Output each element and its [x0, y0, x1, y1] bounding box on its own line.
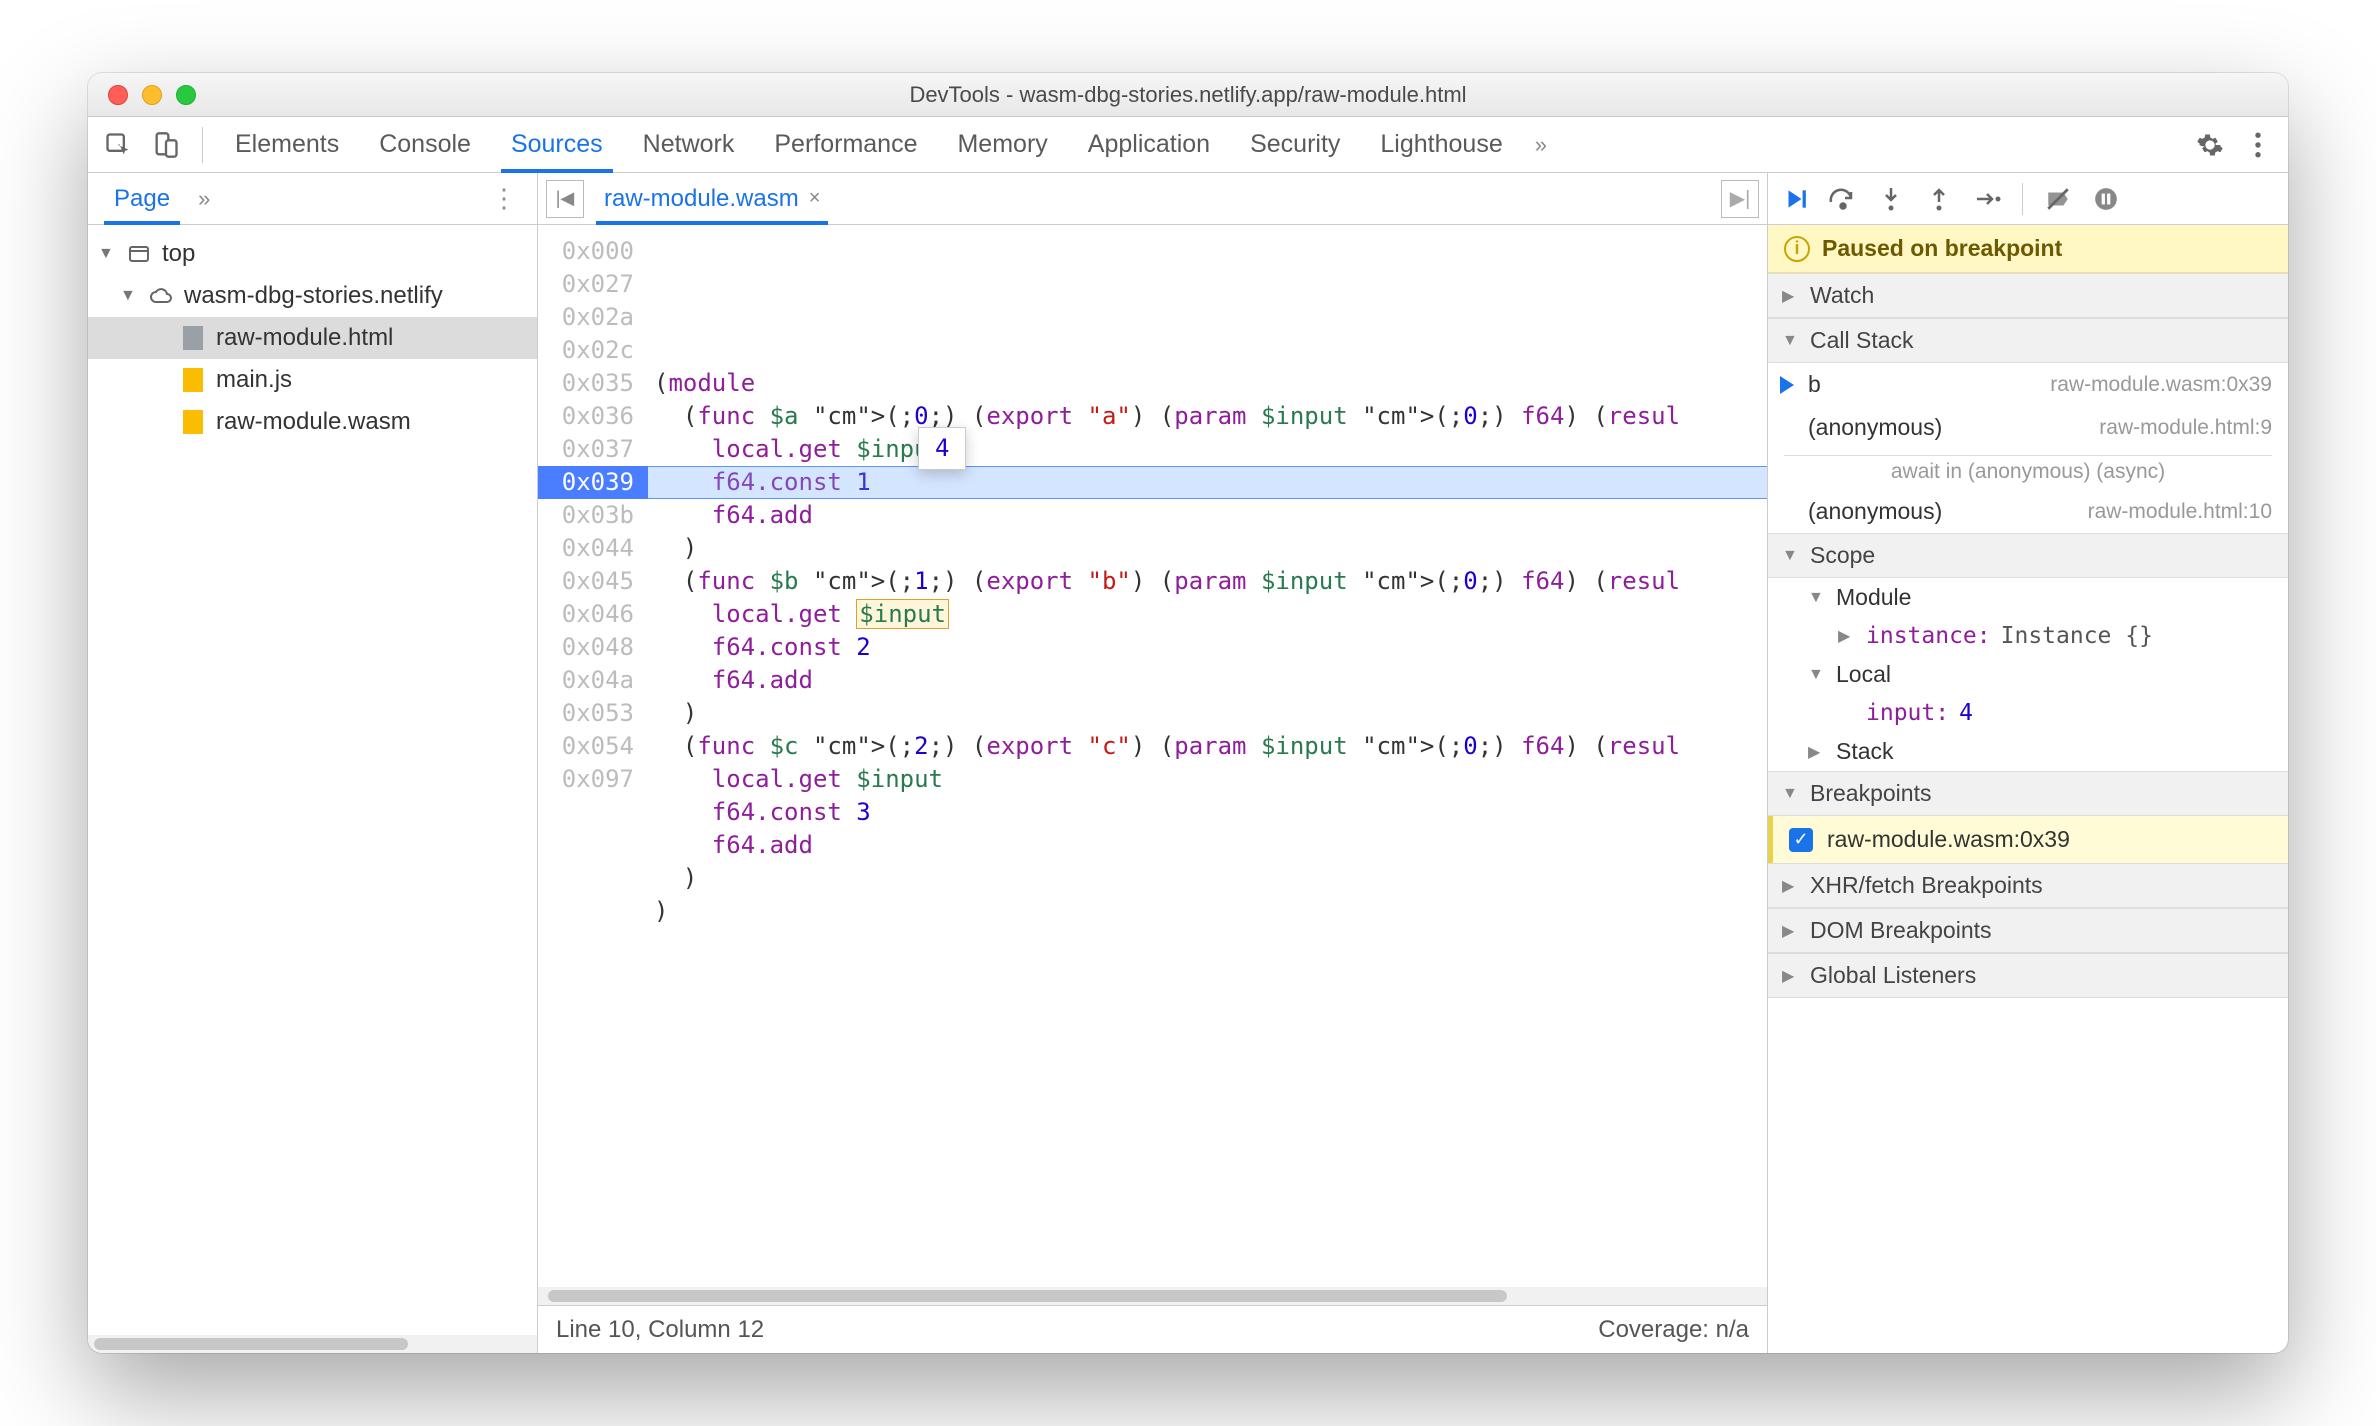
editor-status-bar: Line 10, Column 12 Coverage: n/a [538, 1305, 1767, 1353]
kebab-menu-icon[interactable] [2236, 123, 2280, 167]
tab-security[interactable]: Security [1232, 117, 1358, 172]
step-into-icon[interactable] [1874, 182, 1908, 216]
tab-application[interactable]: Application [1070, 117, 1228, 172]
editor-panel: |◀ raw-module.wasm × ▶| 0x0000x0270x02a0… [538, 173, 1768, 1353]
editor-run-icon[interactable]: ▶| [1721, 180, 1759, 218]
global-listeners-header[interactable]: ▶Global Listeners [1768, 953, 2288, 998]
step-icon[interactable] [1970, 182, 2004, 216]
tab-network[interactable]: Network [625, 117, 753, 172]
callstack-frame[interactable]: (anonymous) raw-module.html:9 [1768, 406, 2288, 449]
nav-tab-page[interactable]: Page [98, 173, 186, 224]
frame-location: raw-module.wasm:0x39 [2050, 373, 2272, 397]
main-toolbar: Elements Console Sources Network Perform… [88, 117, 2288, 173]
debugger-toolbar [1768, 173, 2288, 225]
device-toolbar-icon[interactable] [144, 123, 188, 167]
settings-gear-icon[interactable] [2188, 123, 2232, 167]
editor-scrollbar[interactable] [538, 1287, 1767, 1305]
breakpoint-item[interactable]: ✓ raw-module.wasm:0x39 [1768, 816, 2288, 863]
cursor-position: Line 10, Column 12 [556, 1316, 764, 1344]
code-area[interactable]: 4 (module (func $a "cm">(;0;) (export "a… [648, 225, 1767, 1287]
frame-location: raw-module.html:10 [2088, 500, 2272, 524]
step-over-icon[interactable] [1826, 182, 1860, 216]
tab-console[interactable]: Console [361, 117, 489, 172]
scope-section-header[interactable]: ▼Scope [1768, 533, 2288, 578]
resume-button-icon[interactable] [1778, 182, 1812, 216]
value-tooltip: 4 [918, 427, 966, 470]
tree-domain[interactable]: ▼ wasm-dbg-stories.netlify [88, 275, 537, 317]
xhr-breakpoints-header[interactable]: ▶XHR/fetch Breakpoints [1768, 863, 2288, 908]
step-out-icon[interactable] [1922, 182, 1956, 216]
tree-file-js-label: main.js [216, 366, 292, 394]
document-icon [180, 325, 206, 351]
callstack-section-header[interactable]: ▼Call Stack [1768, 318, 2288, 363]
titlebar: DevTools - wasm-dbg-stories.netlify.app/… [88, 73, 2288, 117]
window-title: DevTools - wasm-dbg-stories.netlify.app/… [88, 82, 2288, 108]
editor-tab-wasm[interactable]: raw-module.wasm × [590, 173, 834, 224]
devtools-window: DevTools - wasm-dbg-stories.netlify.app/… [88, 73, 2288, 1353]
frame-location: raw-module.html:9 [2099, 416, 2272, 440]
tree-file-wasm-label: raw-module.wasm [216, 408, 411, 436]
pause-banner: i Paused on breakpoint [1768, 225, 2288, 273]
gutter[interactable]: 0x0000x0270x02a0x02c0x0350x0360x0370x039… [538, 225, 648, 1287]
callstack-frame[interactable]: (anonymous) raw-module.html:10 [1768, 490, 2288, 533]
editor-nav-back-icon[interactable]: |◀ [546, 180, 584, 218]
tab-sources[interactable]: Sources [493, 117, 621, 172]
scope-instance[interactable]: ▶ instance: Instance {} [1768, 617, 2288, 655]
info-icon: i [1784, 236, 1810, 262]
tree-file-html-label: raw-module.html [216, 324, 393, 352]
tree-top-label: top [162, 240, 195, 268]
frame-icon [126, 241, 152, 267]
file-tree: ▼ top ▼ wasm-dbg-stories.netlify [88, 225, 537, 1335]
async-separator: await in (anonymous) (async) [1784, 455, 2272, 484]
frame-name: b [1808, 371, 1821, 398]
breakpoint-checkbox[interactable]: ✓ [1789, 828, 1813, 852]
editor-tab-label: raw-module.wasm [604, 185, 799, 213]
cloud-icon [148, 283, 174, 309]
watch-section-header[interactable]: ▶Watch [1768, 273, 2288, 318]
pause-exceptions-icon[interactable] [2089, 182, 2123, 216]
tree-file-html[interactable]: raw-module.html [88, 317, 537, 359]
tree-domain-label: wasm-dbg-stories.netlify [184, 282, 443, 310]
breakpoint-label: raw-module.wasm:0x39 [1827, 826, 2070, 853]
nav-kebab-menu-icon[interactable]: ⋮ [481, 183, 527, 214]
inspect-element-icon[interactable] [96, 123, 140, 167]
close-tab-icon[interactable]: × [809, 187, 821, 210]
breakpoints-section-header[interactable]: ▼Breakpoints [1768, 771, 2288, 816]
code-editor[interactable]: 0x0000x0270x02a0x02c0x0350x0360x0370x039… [538, 225, 1767, 1287]
frame-name: (anonymous) [1808, 498, 1942, 525]
scope-module[interactable]: ▼Module [1768, 578, 2288, 617]
deactivate-breakpoints-icon[interactable] [2041, 182, 2075, 216]
scope-local[interactable]: ▼Local [1768, 655, 2288, 694]
nav-scrollbar[interactable] [88, 1335, 537, 1353]
tab-memory[interactable]: Memory [939, 117, 1065, 172]
scope-input[interactable]: input: 4 [1768, 694, 2288, 732]
tab-performance[interactable]: Performance [756, 117, 935, 172]
tab-elements[interactable]: Elements [217, 117, 357, 172]
tree-file-js[interactable]: main.js [88, 359, 537, 401]
callstack-frame[interactable]: b raw-module.wasm:0x39 [1768, 363, 2288, 406]
script-icon [180, 367, 206, 393]
navigator-panel: Page » ⋮ ▼ top ▼ wasm-dbg-stories [88, 173, 538, 1353]
script-icon [180, 409, 206, 435]
pause-message: Paused on breakpoint [1822, 235, 2062, 262]
nav-more-tabs-icon[interactable]: » [186, 186, 222, 212]
more-tabs-icon[interactable]: » [1525, 132, 1557, 158]
frame-name: (anonymous) [1808, 414, 1942, 441]
coverage-status: Coverage: n/a [1598, 1316, 1749, 1344]
tree-file-wasm[interactable]: raw-module.wasm [88, 401, 537, 443]
tree-frame-top[interactable]: ▼ top [88, 233, 537, 275]
debugger-panel: i Paused on breakpoint ▶Watch ▼Call Stac… [1768, 173, 2288, 1353]
scope-stack[interactable]: ▶Stack [1768, 732, 2288, 771]
dom-breakpoints-header[interactable]: ▶DOM Breakpoints [1768, 908, 2288, 953]
tab-lighthouse[interactable]: Lighthouse [1362, 117, 1520, 172]
